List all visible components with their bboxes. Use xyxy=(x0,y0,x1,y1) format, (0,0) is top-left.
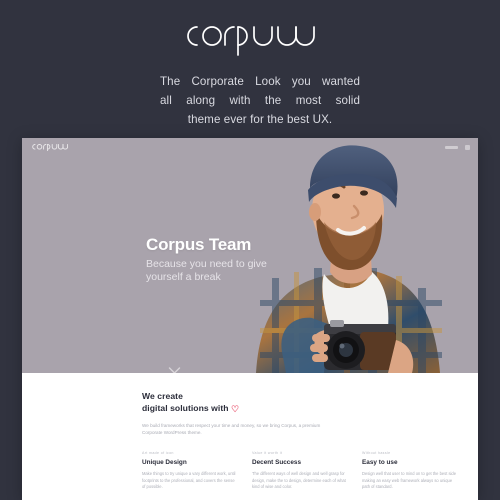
promo-banner: The Corporate Look you wanted all along … xyxy=(0,0,500,138)
site-preview-frame[interactable]: Corpus Team Because you need to give you… xyxy=(22,138,478,500)
nav-menu-icon[interactable] xyxy=(445,145,458,149)
hero-title: Corpus Team xyxy=(146,235,252,254)
feature-title: Decent Success xyxy=(252,459,302,467)
feature-list: Art made of icon Unique Design Make thin… xyxy=(142,451,456,490)
hero-subtitle: Because you need to give yourself a brea… xyxy=(146,258,267,284)
nav-cart-icon[interactable] xyxy=(465,144,470,150)
section-title-line-2: digital solutions with xyxy=(142,402,229,413)
feature-eyebrow: Value it worth it xyxy=(252,451,283,456)
tagline-line-1: The Corporate Look you wanted xyxy=(160,75,360,88)
screenshot-root: The Corporate Look you wanted all along … xyxy=(0,0,500,500)
hero-subtitle-line-2: yourself a break xyxy=(146,270,221,283)
tagline-line-3: theme ever for the best UX. xyxy=(187,113,333,126)
section-title-line-1: We create xyxy=(142,391,183,401)
feature-title: Unique Design xyxy=(142,459,187,467)
scroll-down-icon[interactable] xyxy=(168,362,181,373)
site-topbar xyxy=(22,138,478,156)
feature-body: Make things to try unique a vary differe… xyxy=(142,471,236,490)
section-title: We create digital solutions with ♡ xyxy=(142,391,456,415)
site-nav[interactable] xyxy=(445,144,470,150)
feature-body: Design well that user to mind on to get … xyxy=(362,471,456,490)
hero-subtitle-line-1: Because you need to give xyxy=(146,257,267,270)
feature-card[interactable]: Value it worth it Decent Success The dif… xyxy=(252,451,346,490)
feature-card[interactable]: Art made of icon Unique Design Make thin… xyxy=(142,451,236,490)
feature-card[interactable]: Without hassle Easy to use Design well t… xyxy=(362,451,456,490)
content-section: We create digital solutions with ♡ We bu… xyxy=(22,373,478,500)
feature-eyebrow: Art made of icon xyxy=(142,451,174,456)
hero-section: Corpus Team Because you need to give you… xyxy=(22,138,478,373)
tagline-line-2: all along with the most solid xyxy=(160,94,360,107)
corpus-mini-wordmark-icon xyxy=(32,144,69,152)
feature-title: Easy to use xyxy=(362,459,398,467)
site-logo[interactable] xyxy=(30,138,69,156)
hero-copy: Corpus Team Because you need to give you… xyxy=(146,235,267,284)
feature-body: The different ways of well design and we… xyxy=(252,471,346,490)
heart-icon: ♡ xyxy=(231,403,240,414)
corpus-logo xyxy=(0,13,500,59)
promo-tagline: The Corporate Look you wanted all along … xyxy=(160,72,360,129)
section-body: We build frameworks that respect your ti… xyxy=(142,423,321,436)
feature-eyebrow: Without hassle xyxy=(362,451,391,456)
corpus-wordmark-icon xyxy=(187,26,315,56)
